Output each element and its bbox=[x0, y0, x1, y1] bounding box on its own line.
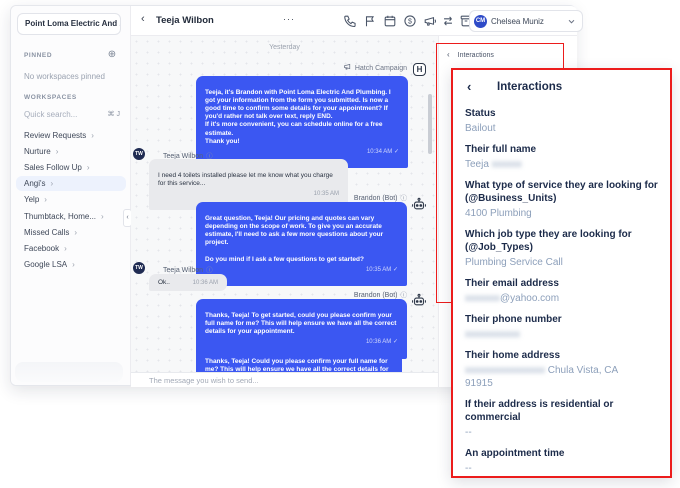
sidebar-item-angis[interactable]: Angi's› bbox=[16, 176, 126, 191]
bot-icon bbox=[411, 197, 427, 213]
user-name: Chelsea Muniz bbox=[491, 17, 544, 26]
field-email: Their email address xxxxxxx@yahoo.com bbox=[465, 277, 663, 305]
sender-name: Brandon (Bot)ⓘ bbox=[131, 192, 407, 202]
chevron-right-icon: › bbox=[87, 163, 90, 172]
back-icon: ‹ bbox=[447, 50, 450, 59]
field-full-name: Their full name Teeja xxxxxx bbox=[465, 143, 663, 171]
chevron-right-icon: › bbox=[72, 260, 75, 269]
field-job-type: Which job type they are looking for (@Jo… bbox=[465, 228, 663, 269]
pinned-section-label: PINNED bbox=[24, 52, 52, 59]
interactions-breadcrumb[interactable]: ‹Interactions bbox=[447, 50, 494, 59]
interaction-fields: Status Bailout Their full name Teeja xxx… bbox=[465, 107, 663, 478]
sidebar-item-google-lsa[interactable]: Google LSA› bbox=[16, 257, 126, 272]
chevron-right-icon: › bbox=[91, 131, 94, 140]
workspace-selector[interactable]: Point Loma Electric And ... bbox=[17, 13, 121, 35]
message-bubble-bot: Great question, Teeja! Our pricing and q… bbox=[196, 202, 407, 286]
overlay-title: Interactions bbox=[497, 81, 562, 93]
quick-search-placeholder: Quick search... bbox=[24, 110, 77, 119]
field-appointment-time: An appointment time -- bbox=[465, 447, 663, 475]
redacted-text: xxxxxx bbox=[492, 159, 522, 170]
sidebar-item-sales-follow-up[interactable]: Sales Follow Up› bbox=[16, 160, 126, 175]
workspaces-section-label: WORKSPACES bbox=[24, 94, 77, 101]
hatch-app-icon: H bbox=[413, 63, 426, 76]
field-service-type: What type of service they are looking fo… bbox=[465, 179, 663, 220]
shortcut-hint: ⌘ J bbox=[108, 110, 120, 118]
flag-icon[interactable] bbox=[363, 14, 377, 28]
sidebar-item-missed-calls[interactable]: Missed Calls› bbox=[16, 225, 126, 240]
bot-icon bbox=[411, 293, 427, 309]
date-divider: Yesterday bbox=[131, 44, 438, 51]
redacted-text: xxxxxxx bbox=[465, 293, 500, 304]
conversation-thread: Yesterday Hatch Campaign H Teeja, it's B… bbox=[131, 36, 438, 387]
chevron-right-icon: › bbox=[51, 179, 54, 188]
sidebar: Point Loma Electric And ... PINNED ⊕ No … bbox=[11, 6, 131, 385]
sidebar-item-nurture[interactable]: Nurture› bbox=[16, 144, 126, 159]
pin-add-icon[interactable]: ⊕ bbox=[106, 49, 118, 61]
payments-icon[interactable]: $ bbox=[403, 14, 417, 28]
info-icon[interactable]: ⓘ bbox=[401, 195, 408, 202]
chevron-down-icon bbox=[568, 19, 575, 24]
sender-name: Teeja Wilbonⓘ bbox=[163, 264, 213, 274]
no-pinned-text: No workspaces pinned bbox=[24, 72, 105, 81]
field-home-address: Their home address xxxxxxxxxxxxxxxx Chul… bbox=[465, 349, 663, 390]
phone-icon[interactable] bbox=[343, 14, 357, 28]
sidebar-item-yelp[interactable]: Yelp› bbox=[16, 192, 126, 207]
message-time: 10:36 AM bbox=[193, 279, 218, 287]
interactions-detail-overlay: ‹ Interactions Status Bailout Their full… bbox=[451, 68, 672, 478]
message-input-placeholder: The message you wish to send... bbox=[149, 376, 259, 385]
chevron-right-icon: › bbox=[56, 147, 59, 156]
sidebar-item-facebook[interactable]: Facebook› bbox=[16, 241, 126, 256]
avatar: CM bbox=[474, 15, 487, 28]
svg-text:$: $ bbox=[408, 18, 412, 25]
campaign-label: Hatch Campaign bbox=[131, 62, 407, 72]
calendar-icon[interactable] bbox=[383, 14, 397, 28]
chevron-right-icon: › bbox=[74, 228, 77, 237]
back-icon[interactable]: ‹ bbox=[467, 79, 471, 94]
chat-header: ‹ Teeja Wilbon ··· $ CM Chelsea Muniz bbox=[131, 6, 577, 36]
megaphone-icon bbox=[343, 62, 352, 71]
message-input[interactable]: The message you wish to send... bbox=[131, 372, 438, 387]
avatar: TW bbox=[133, 148, 145, 160]
sidebar-item-review-requests[interactable]: Review Requests› bbox=[16, 128, 126, 143]
chevron-right-icon: › bbox=[101, 212, 104, 221]
message-time: 10:35 AM ✓ bbox=[205, 266, 398, 274]
message-bubble-bot: Teeja, it's Brandon with Point Loma Elec… bbox=[196, 76, 408, 168]
sender-name: Brandon (Bot)ⓘ bbox=[131, 289, 407, 299]
back-icon[interactable]: ‹ bbox=[141, 13, 145, 25]
redacted-text: xxxxxxxxxxxxxxxx bbox=[465, 365, 545, 376]
conversation-title: Teeja Wilbon bbox=[156, 15, 214, 26]
transfer-icon[interactable] bbox=[441, 14, 455, 28]
megaphone-icon[interactable] bbox=[423, 14, 437, 28]
scrollbar-thumb[interactable] bbox=[428, 94, 432, 154]
info-icon[interactable]: ⓘ bbox=[401, 292, 408, 299]
chevron-right-icon: › bbox=[64, 244, 67, 253]
redacted-text: xxxxxxxxxxx bbox=[465, 329, 520, 340]
sidebar-item-thumbtack[interactable]: Thumbtack, Home...› bbox=[16, 209, 126, 224]
message-time: 10:34 AM ✓ bbox=[205, 148, 399, 156]
more-menu-icon[interactable]: ··· bbox=[283, 14, 295, 24]
avatar: TW bbox=[133, 262, 145, 274]
field-status: Status Bailout bbox=[465, 107, 663, 135]
field-residential-or-commercial: If their address is residential or comme… bbox=[465, 398, 663, 439]
info-icon[interactable]: ⓘ bbox=[206, 267, 213, 274]
user-menu[interactable]: CM Chelsea Muniz bbox=[469, 10, 583, 32]
chevron-right-icon: › bbox=[44, 195, 47, 204]
sidebar-bottom-card bbox=[15, 362, 123, 382]
quick-search-input[interactable]: Quick search... ⌘ J bbox=[24, 110, 120, 119]
field-phone: Their phone number xxxxxxxxxxx bbox=[465, 313, 663, 341]
